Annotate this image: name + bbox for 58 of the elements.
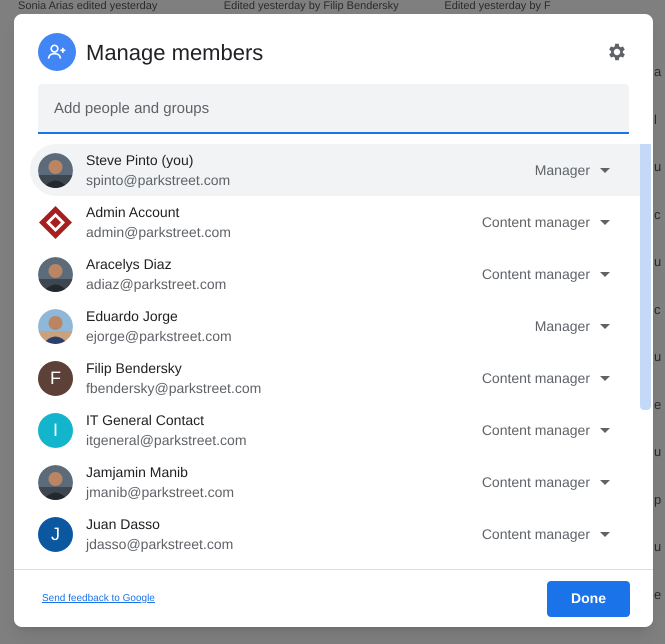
caret-icon [600,324,610,328]
background-text: a [654,63,662,81]
background-text: c [654,300,662,318]
caret-icon [600,532,610,536]
background-text: e [654,396,662,414]
caret-icon [600,272,610,276]
member-name: Admin Account [86,203,180,222]
member-email: jdasso@parkstreet.com [86,535,234,554]
role-dropdown[interactable]: Content manager [482,368,610,388]
member-email: ejorge@parkstreet.com [86,327,232,346]
member-name: IT General Contact [86,411,206,430]
search-field[interactable]: Add people and groups [38,84,629,134]
background-text: Edited yesterday by F [444,0,552,13]
member-name: Filip Bendersky [86,359,183,378]
caret-icon [600,220,610,224]
background-text: Edited yesterday by Filip Bendersky [224,0,400,13]
done-button[interactable]: Done [547,580,630,616]
background-text: c [654,206,662,224]
member-name: Jamjamin Manib [86,463,189,482]
member-name: Aracelys Diaz [86,255,173,274]
background-text: u [654,348,662,366]
letter-avatar: J [38,516,73,552]
letter-avatar: I [38,412,73,448]
member-email: adiaz@parkstreet.com [86,275,226,294]
member-email: admin@parkstreet.com [86,223,231,242]
dialog-title: Manage members [86,38,264,67]
role-dropdown[interactable]: Content manager [482,524,610,544]
add-person-icon [38,33,76,71]
role-dropdown[interactable]: Manager [534,160,610,180]
member-row[interactable]: Steve Pinto (you) spinto@parkstreet.com Manager [30,144,640,196]
caret-icon [600,480,610,484]
background-text: u [654,443,662,461]
role-dropdown[interactable]: Content manager [482,212,610,232]
member-name: Juan Dasso [86,515,161,534]
member-email: fbendersky@parkstreet.com [86,379,262,398]
role-dropdown[interactable]: Content manager [482,472,610,492]
background-text: e [654,586,662,604]
feedback-link[interactable]: Send feedback to Google [42,591,155,606]
member-email: jmanib@parkstreet.com [86,483,234,502]
caret-icon [600,376,610,380]
role-dropdown[interactable]: Content manager [482,264,610,284]
caret-icon [600,428,610,432]
caret-icon [600,168,610,172]
diamond-logo-icon [38,204,73,240]
background-text: u [654,538,662,556]
background-text: l [654,110,658,128]
role-dropdown[interactable]: Manager [534,316,610,336]
background-text: Sonia Arias edited yesterday [18,0,158,13]
background-text: u [654,158,662,176]
member-name: Steve Pinto (you) [86,151,194,170]
role-dropdown[interactable]: Content manager [482,420,610,440]
member-email: itgeneral@parkstreet.com [86,431,247,450]
background-text: p [654,490,662,509]
letter-avatar: F [38,360,73,396]
scrollbar-thumb[interactable] [640,144,651,410]
background-text: u [654,253,662,271]
member-email: spinto@parkstreet.com [86,171,230,190]
member-name: Eduardo Jorge [86,307,179,326]
